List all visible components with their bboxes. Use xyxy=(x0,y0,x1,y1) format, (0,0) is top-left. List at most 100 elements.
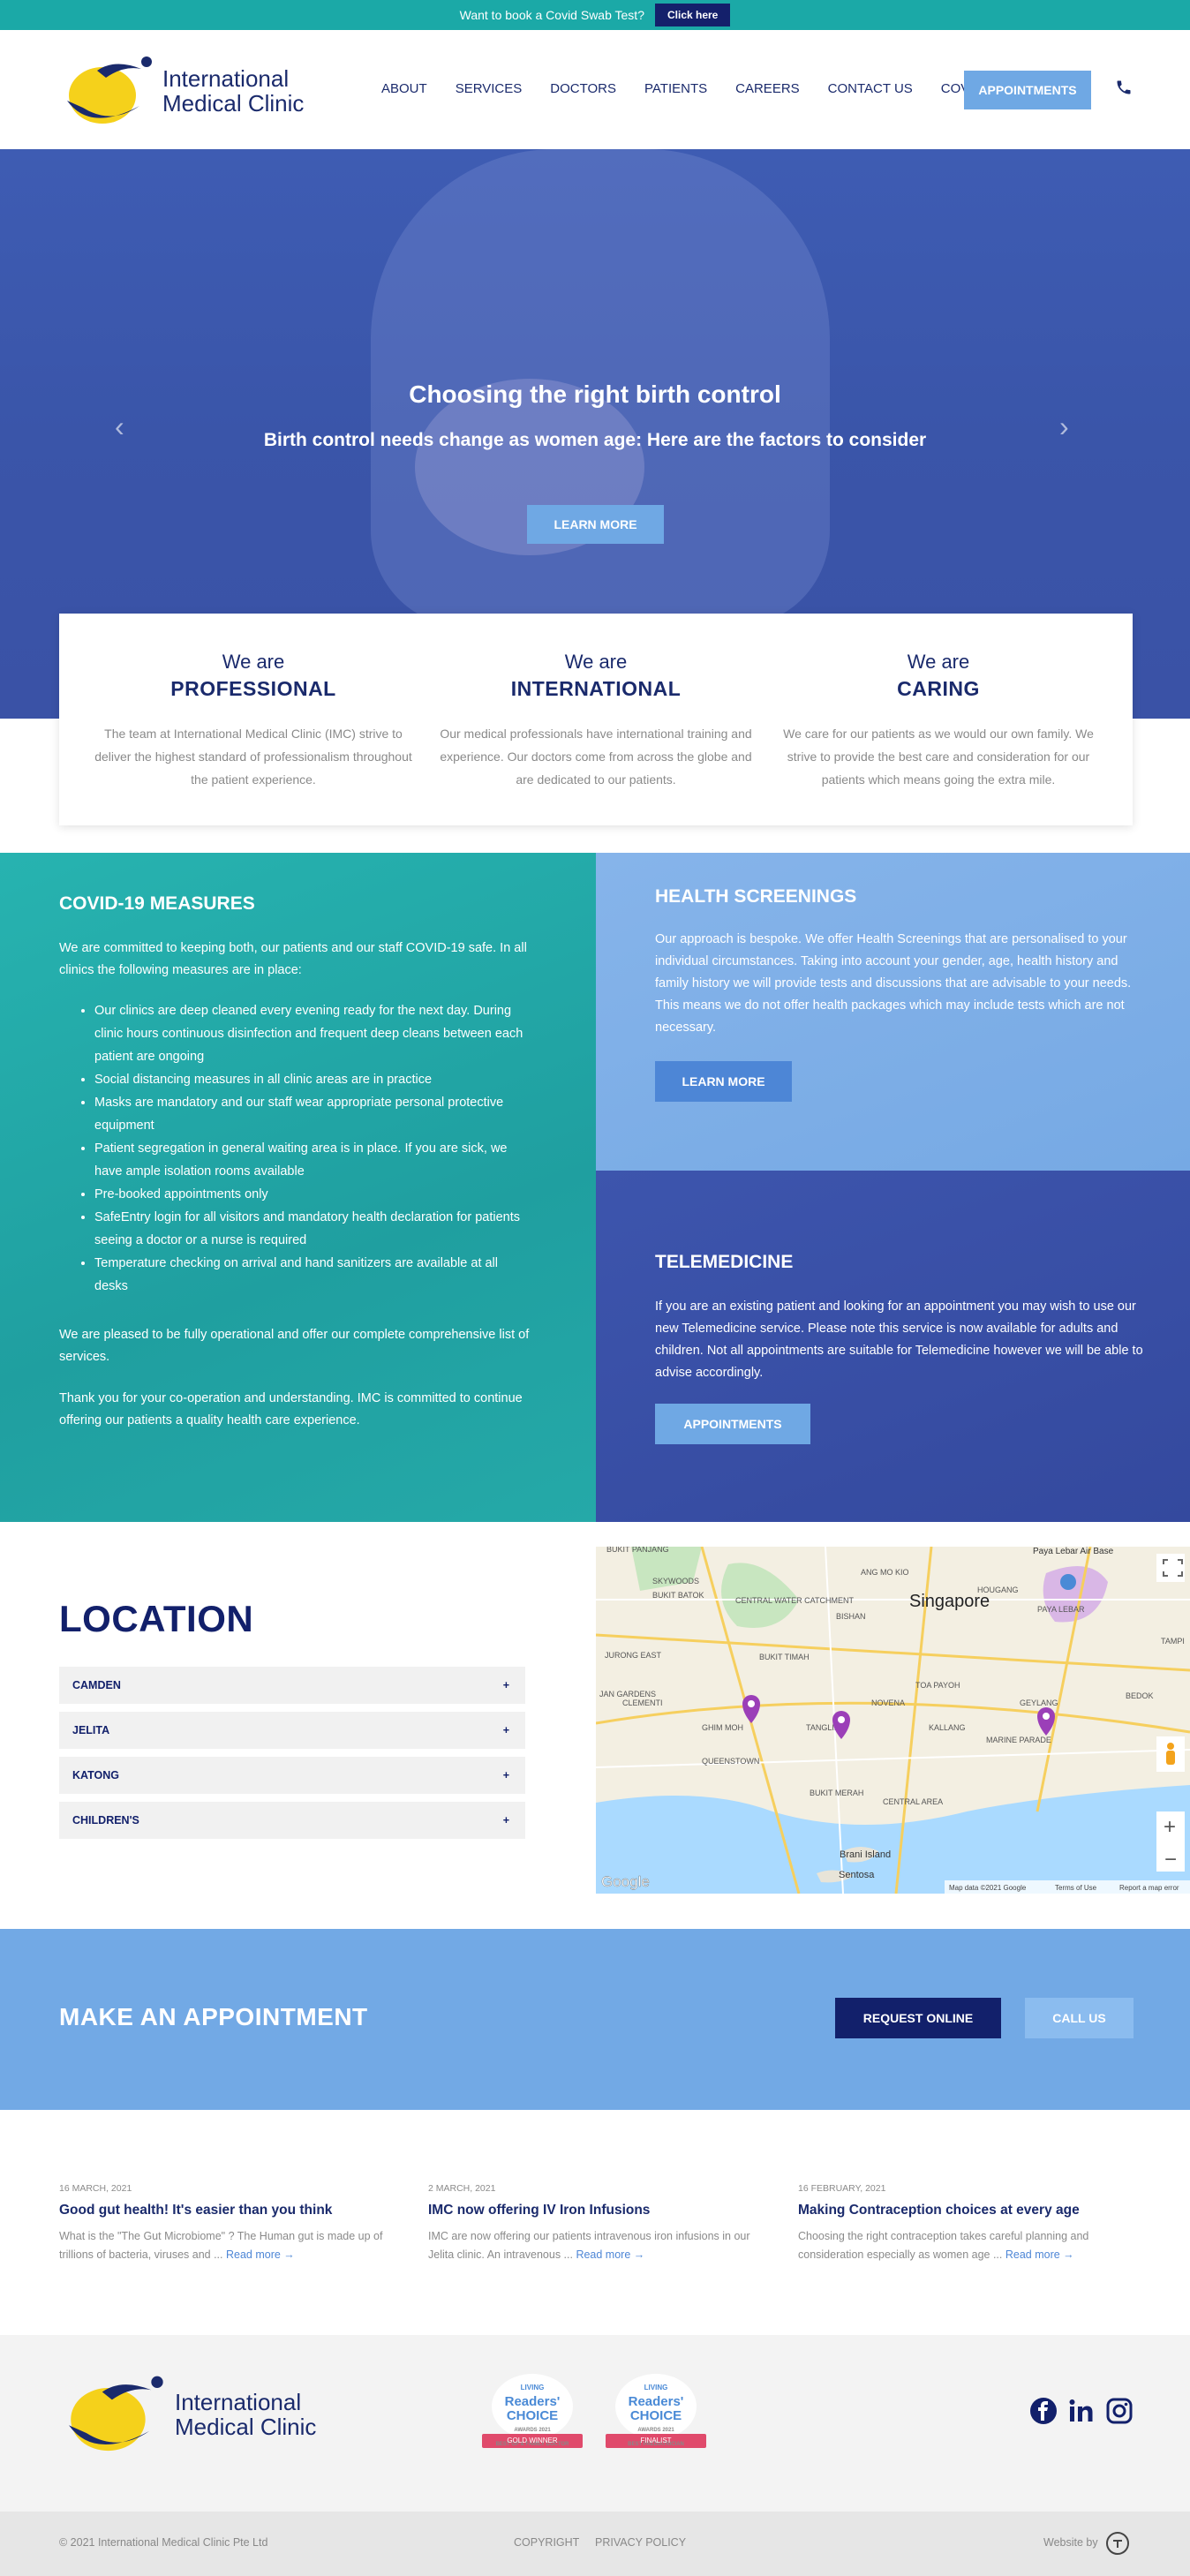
nav-about[interactable]: ABOUT xyxy=(381,81,427,96)
facebook-icon[interactable] xyxy=(1029,2397,1058,2425)
logo-line1: International xyxy=(175,2389,302,2415)
map-label: NOVENA xyxy=(871,1699,905,1707)
nav-patients[interactable]: PATIENTS xyxy=(644,81,707,96)
airport-icon xyxy=(1060,1574,1076,1590)
request-online-button[interactable]: REQUEST ONLINE xyxy=(835,1998,1001,2038)
health-learn-more-button[interactable]: LEARN MORE xyxy=(655,1061,792,1102)
google-logo: Google xyxy=(601,1873,650,1890)
covid-operational-text: We are pleased to be fully operational a… xyxy=(59,1328,530,1364)
expand-icon: + xyxy=(502,1769,509,1781)
read-more-link[interactable]: Read more → xyxy=(576,2248,644,2261)
nav-contact[interactable]: CONTACT US xyxy=(828,81,913,96)
pegman-icon[interactable] xyxy=(1156,1736,1185,1772)
post-date: 16 MARCH, 2021 xyxy=(59,2183,132,2194)
map-city-label: Singapore xyxy=(909,1592,990,1611)
map-label: TAMPI xyxy=(1161,1637,1185,1646)
location-childrens[interactable]: CHILDREN'S + xyxy=(59,1802,525,1839)
map-label: JAN GARDENS xyxy=(599,1690,656,1699)
badge-name: Readers' CHOICE xyxy=(504,2394,561,2423)
value-text: Our medical professionals have internati… xyxy=(440,727,752,787)
banner-text: Want to book a Covid Swab Test? xyxy=(459,8,644,22)
tele-title: TELEMEDICINE xyxy=(655,1252,794,1272)
telemedicine-section: TELEMEDICINE If you are an existing pati… xyxy=(596,1171,1190,1522)
map-label: SKYWOODS xyxy=(652,1577,699,1586)
instagram-icon[interactable] xyxy=(1105,2397,1134,2425)
map-report-link[interactable]: Report a map error xyxy=(1119,1884,1179,1892)
map-label: GHIM MOH xyxy=(702,1723,743,1732)
logo-text: International Medical Clinic xyxy=(162,66,304,116)
health-screenings-section: HEALTH SCREENINGS Our approach is bespok… xyxy=(596,853,1190,1171)
map-label: CLEMENTI xyxy=(622,1699,663,1707)
make-appointment-banner: MAKE AN APPOINTMENT REQUEST ONLINE CALL … xyxy=(0,1929,1190,2110)
footer-logo[interactable]: International Medical Clinic xyxy=(58,2370,316,2459)
map-label: PAYA LEBAR xyxy=(1037,1605,1085,1614)
post-title[interactable]: Good gut health! It's easier than you th… xyxy=(59,2203,403,2218)
map-canvas[interactable]: BUKIT PANJANG ANG MO KIO HOUGANG Paya Le… xyxy=(596,1547,1190,1894)
privacy-policy-link[interactable]: PRIVACY POLICY xyxy=(595,2536,686,2549)
value-pre: We are xyxy=(222,651,285,673)
nav-careers[interactable]: CAREERS xyxy=(735,81,800,96)
logo-text: International Medical Clinic xyxy=(175,2390,316,2439)
logo-line2: Medical Clinic xyxy=(175,2414,317,2440)
health-title: HEALTH SCREENINGS xyxy=(655,886,857,907)
covid-test-button[interactable]: Click here xyxy=(654,4,731,26)
map-attribution: Map data ©2021 Google xyxy=(949,1884,1027,1892)
logo-line1: International xyxy=(162,65,290,92)
badge-top: LIVING xyxy=(644,2384,668,2391)
footer-bottom-bar: © 2021 International Medical Clinic Pte … xyxy=(0,2512,1190,2576)
blog-post: 16 MARCH, 2021 Good gut health! It's eas… xyxy=(59,2183,403,2264)
award-badge-gold: LIVING Readers' CHOICE AWARDS 2021 BEST … xyxy=(482,2374,583,2462)
map-label: BISHAN xyxy=(836,1612,866,1621)
location-label: CHILDREN'S xyxy=(72,1814,139,1827)
health-text: Our approach is bespoke. We offer Health… xyxy=(655,932,1132,1035)
post-title[interactable]: IMC now offering IV Iron Infusions xyxy=(428,2203,772,2218)
read-more-link[interactable]: Read more → xyxy=(226,2248,295,2261)
map-label: GEYLANG xyxy=(1020,1699,1058,1707)
nav-doctors[interactable]: DOCTORS xyxy=(550,81,616,96)
map-label: BUKIT PANJANG xyxy=(606,1547,669,1554)
linkedin-icon[interactable] xyxy=(1067,2397,1096,2425)
hero-learn-more-button[interactable]: LEARN MORE xyxy=(527,505,664,544)
tele-appointments-button[interactable]: APPOINTMENTS xyxy=(655,1404,810,1444)
location-label: CAMDEN xyxy=(72,1679,121,1691)
site-footer: International Medical Clinic LIVING Read… xyxy=(0,2335,1190,2512)
agency-logo-icon[interactable] xyxy=(1105,2531,1130,2556)
expand-icon: + xyxy=(502,1814,509,1827)
values-box: We are PROFESSIONAL The team at Internat… xyxy=(59,614,1133,825)
value-text: The team at International Medical Clinic… xyxy=(94,727,412,787)
post-excerpt: Choosing the right contraception takes c… xyxy=(798,2227,1142,2264)
map-fullscreen-icon[interactable] xyxy=(1156,1554,1185,1582)
value-word: CARING xyxy=(897,677,980,700)
copyright-link[interactable]: COPYRIGHT xyxy=(514,2536,579,2549)
location-jelita[interactable]: JELITA + xyxy=(59,1712,525,1749)
phone-icon[interactable] xyxy=(1115,79,1133,96)
read-more-link[interactable]: Read more → xyxy=(1005,2248,1074,2261)
call-us-button[interactable]: CALL US xyxy=(1025,1998,1134,2038)
list-item: Pre-booked appointments only xyxy=(94,1183,527,1206)
covid-intro: We are committed to keeping both, our pa… xyxy=(59,941,527,977)
location-title: LOCATION xyxy=(59,1598,254,1639)
location-map[interactable]: BUKIT PANJANG ANG MO KIO HOUGANG Paya Le… xyxy=(596,1547,1190,1894)
map-zoom-in-button[interactable]: + xyxy=(1164,1815,1176,1839)
location-katong[interactable]: KATONG + xyxy=(59,1757,525,1794)
map-terms-link[interactable]: Terms of Use xyxy=(1055,1884,1097,1892)
value-pre: We are xyxy=(907,651,970,673)
map-label: BUKIT MERAH xyxy=(810,1789,863,1797)
post-title[interactable]: Making Contraception choices at every ag… xyxy=(798,2203,1142,2218)
appointments-button[interactable]: APPOINTMENTS xyxy=(964,71,1091,109)
site-header: International Medical Clinic ABOUT SERVI… xyxy=(0,30,1190,149)
site-logo[interactable]: International Medical Clinic xyxy=(58,51,304,131)
badge-name: Readers' CHOICE xyxy=(628,2394,684,2423)
hero-title: Choosing the right birth control xyxy=(409,380,781,408)
post-excerpt: IMC are now offering our patients intrav… xyxy=(428,2227,772,2264)
value-pre: We are xyxy=(564,651,628,673)
map-label: KALLANG xyxy=(929,1723,966,1732)
location-camden[interactable]: CAMDEN + xyxy=(59,1667,525,1704)
value-text: We care for our patients as we would our… xyxy=(783,727,1094,787)
map-label: BUKIT BATOK xyxy=(652,1591,704,1600)
post-excerpt: What is the "The Gut Microbiome" ? The H… xyxy=(59,2227,403,2264)
map-zoom-out-button[interactable]: − xyxy=(1164,1848,1177,1872)
blog-post: 2 MARCH, 2021 IMC now offering IV Iron I… xyxy=(428,2183,772,2264)
value-word: INTERNATIONAL xyxy=(510,677,682,700)
nav-services[interactable]: SERVICES xyxy=(456,81,523,96)
